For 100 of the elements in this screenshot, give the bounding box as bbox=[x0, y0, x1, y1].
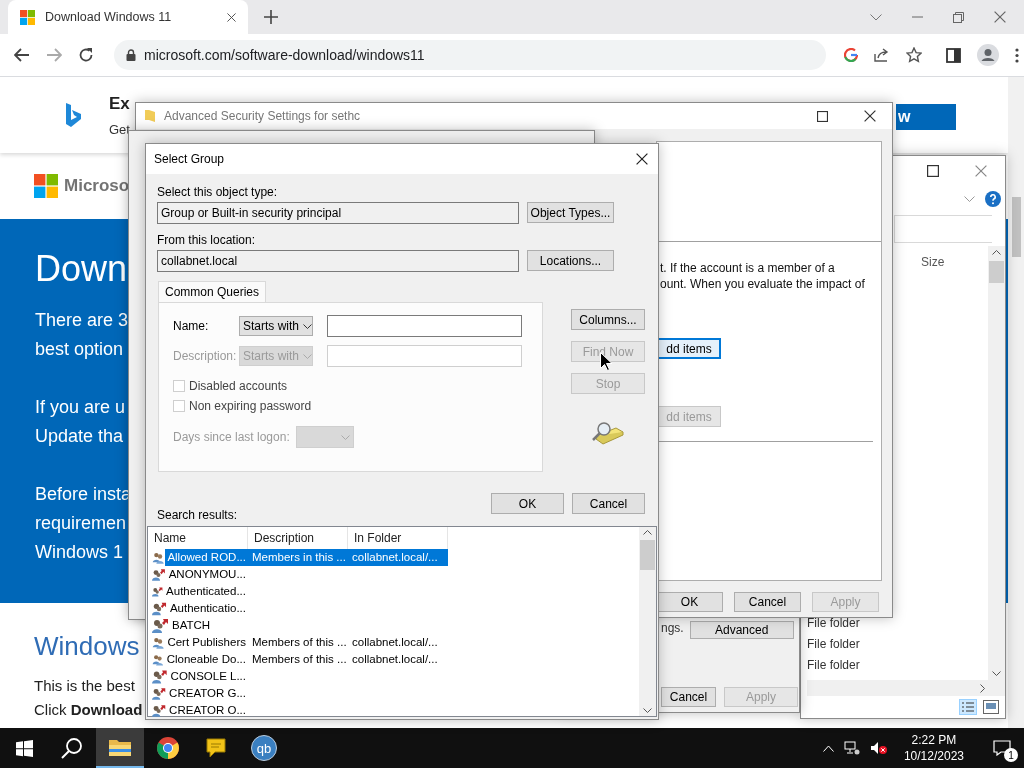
results-label: Search results: bbox=[157, 508, 239, 522]
name-cell[interactable]: Authenticated... bbox=[164, 583, 248, 600]
chevron-down-icon[interactable] bbox=[964, 196, 975, 202]
search-field[interactable] bbox=[894, 215, 992, 243]
star-icon[interactable] bbox=[906, 47, 922, 63]
banner-button[interactable]: w bbox=[896, 104, 956, 130]
user-arrow-icon bbox=[152, 600, 167, 617]
scroll-up-icon[interactable] bbox=[643, 530, 652, 535]
microsoft-logo-icon bbox=[34, 174, 58, 198]
scroll-up-icon[interactable] bbox=[992, 250, 1001, 255]
checkbox-label: Non expiring password bbox=[189, 399, 312, 413]
menu-icon[interactable] bbox=[1015, 47, 1019, 63]
checkbox-label: Disabled accounts bbox=[189, 379, 288, 393]
location-field[interactable]: collabnet.local bbox=[157, 250, 519, 272]
name-cell[interactable]: CREATOR G... bbox=[167, 685, 248, 702]
thumbnail-view-icon[interactable] bbox=[983, 700, 999, 714]
scroll-thumb[interactable] bbox=[1011, 197, 1021, 257]
name-cell[interactable]: BATCH bbox=[170, 617, 213, 634]
taskbar-app[interactable]: qb bbox=[240, 728, 288, 768]
back-icon[interactable] bbox=[14, 48, 30, 62]
restore-icon[interactable] bbox=[953, 11, 964, 23]
close-icon[interactable] bbox=[636, 153, 648, 165]
user-arrow-icon bbox=[152, 685, 167, 702]
tab[interactable]: Common Queries bbox=[158, 281, 267, 302]
checkbox[interactable] bbox=[173, 400, 185, 412]
name-cell[interactable]: CONSOLE L... bbox=[168, 668, 248, 685]
scroll-thumb[interactable] bbox=[640, 540, 655, 570]
scrollbar[interactable] bbox=[988, 246, 1005, 680]
windows-logo-icon bbox=[20, 9, 35, 25]
google-g-icon[interactable] bbox=[844, 48, 858, 62]
name-cell[interactable]: Authenticatio... bbox=[167, 600, 248, 617]
scroll-down-icon[interactable] bbox=[992, 671, 1001, 676]
operator-dropdown[interactable]: Starts with bbox=[239, 316, 313, 336]
scroll-down-icon[interactable] bbox=[643, 708, 652, 713]
name-cell[interactable]: CREATOR O... bbox=[167, 702, 248, 719]
taskbar-app[interactable] bbox=[96, 728, 144, 768]
query-label: Description: bbox=[173, 349, 238, 363]
button[interactable]: dd items bbox=[657, 338, 721, 359]
user-arrow-icon bbox=[152, 702, 167, 719]
address-bar[interactable]: microsoft.com/software-download/windows11 bbox=[114, 40, 826, 70]
checkbox[interactable] bbox=[173, 380, 185, 392]
query-label: Name: bbox=[173, 319, 210, 333]
speaker-muted-icon[interactable] bbox=[869, 741, 888, 755]
button[interactable]: OK bbox=[656, 592, 723, 612]
hero-text: Windows 1 bbox=[35, 541, 124, 564]
scrollbar[interactable] bbox=[639, 527, 656, 716]
maximize-icon[interactable] bbox=[927, 165, 939, 177]
name-cell[interactable]: Cloneable Do... bbox=[164, 651, 248, 668]
name-cell[interactable]: ANONYMOU... bbox=[166, 566, 248, 583]
browser-tab[interactable]: Download Windows 11 bbox=[8, 0, 248, 34]
field-label: From this location: bbox=[157, 233, 257, 247]
column-header[interactable]: Size bbox=[921, 255, 945, 269]
help-icon[interactable] bbox=[985, 191, 1001, 207]
notification-icon[interactable] bbox=[993, 740, 1011, 756]
file-type-cell-text: File folder bbox=[807, 636, 861, 653]
folder-icon bbox=[108, 737, 132, 757]
network-icon[interactable] bbox=[843, 741, 860, 755]
reload-icon[interactable] bbox=[78, 47, 94, 63]
object-type-field[interactable]: Group or Built-in security principal bbox=[157, 202, 519, 224]
share-icon[interactable] bbox=[874, 48, 890, 62]
hero-text: best option bbox=[35, 338, 124, 361]
scroll-thumb[interactable] bbox=[989, 261, 1004, 283]
window-title: Advanced Security Settings for sethc bbox=[164, 109, 362, 123]
button[interactable]: Cancel bbox=[661, 687, 716, 707]
days-label: Days since last logon: bbox=[173, 430, 290, 444]
magnifier-book-icon bbox=[590, 420, 624, 446]
close-icon[interactable] bbox=[864, 110, 876, 122]
chrome-icon bbox=[156, 736, 180, 760]
caret-icon bbox=[340, 434, 350, 440]
ok-button[interactable]: OK bbox=[491, 493, 564, 514]
query-input[interactable] bbox=[327, 315, 522, 337]
object-types-button[interactable]: Object Types... bbox=[527, 202, 614, 223]
description-text: ount. When you evaluate the impact of bbox=[660, 276, 866, 292]
chevron-up-icon[interactable] bbox=[822, 744, 834, 752]
table-cell: Members in this ... bbox=[248, 549, 348, 566]
name-cell[interactable]: Cert Publishers bbox=[165, 634, 248, 651]
close-icon[interactable] bbox=[227, 12, 236, 22]
hero-text: Update tha bbox=[35, 425, 124, 448]
cancel-button[interactable]: Cancel bbox=[572, 493, 645, 514]
user-arrow-icon bbox=[152, 668, 168, 685]
clock[interactable]: 2:22 PM 10/12/2023 bbox=[903, 732, 964, 764]
advanced-button[interactable]: Advanced bbox=[689, 621, 794, 639]
scroll-right-icon[interactable] bbox=[980, 683, 985, 693]
user-arrow-icon bbox=[152, 566, 166, 583]
chevron-down-icon[interactable] bbox=[870, 13, 882, 21]
hero-heading: Down bbox=[35, 247, 128, 291]
locations-button[interactable]: Locations... bbox=[527, 250, 614, 271]
button[interactable]: Cancel bbox=[734, 592, 801, 612]
scrollbar[interactable] bbox=[1008, 77, 1024, 728]
side-panel-icon[interactable] bbox=[946, 47, 961, 63]
profile-icon[interactable] bbox=[977, 44, 999, 66]
button[interactable]: Columns... bbox=[571, 309, 645, 330]
dialog-title: Select Group bbox=[154, 152, 226, 166]
details-view-icon[interactable] bbox=[959, 699, 977, 715]
maximize-icon[interactable] bbox=[817, 110, 828, 122]
new-tab-icon[interactable] bbox=[264, 10, 278, 24]
horizontal-scrollbar[interactable] bbox=[807, 680, 1005, 696]
name-cell[interactable]: Allowed ROD... bbox=[165, 549, 248, 566]
description-text: t. If the account is a member of a bbox=[660, 260, 836, 276]
section-heading: Windows bbox=[34, 631, 140, 662]
